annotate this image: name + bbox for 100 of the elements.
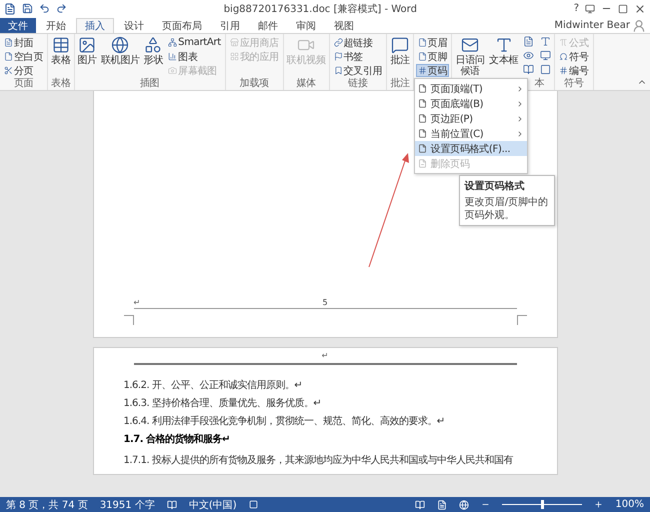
ribbon-button[interactable]: SmartArt — [166, 36, 223, 49]
zoom-thumb[interactable] — [541, 500, 544, 509]
ribbon-button[interactable]: 日语问候语 — [454, 36, 486, 77]
menu-item[interactable]: 当前位置(C) — [414, 126, 528, 141]
print-layout-icon[interactable] — [437, 500, 448, 510]
menu-item[interactable]: 页边距(P) — [414, 111, 528, 126]
ribbon-button[interactable]: 书签 — [332, 50, 384, 63]
ribbon-button[interactable]: 页脚 — [416, 50, 450, 63]
paragraph-mark: ↵ — [322, 351, 328, 360]
ribbon-button[interactable]: 文本框 — [488, 36, 520, 66]
page-icon — [4, 52, 13, 61]
menu-item[interactable]: 页面顶端(T) — [414, 81, 528, 96]
margin-corner-mark — [124, 315, 134, 325]
page-break-icon — [4, 66, 13, 75]
section-heading: 1.7. 合格的货物和服务↵ — [124, 432, 231, 447]
margin-corner-mark — [516, 315, 526, 325]
group-label: 符号 — [563, 78, 585, 90]
hash-icon — [418, 66, 427, 75]
body-paragraph: 1.6.2. 开、公平、公正和诚实信用原则。↵ — [124, 378, 304, 393]
ribbon-tab[interactable]: 开始 — [38, 18, 74, 33]
help-button[interactable]: ? — [574, 3, 579, 14]
body-paragraph: 1.6.4. 利用法律手段强化竞争机制，贯彻统一、规范、简化、高效的要求。↵ — [124, 414, 446, 429]
ribbon-button[interactable]: 分页 — [2, 64, 46, 77]
link-icon — [334, 38, 342, 47]
store-icon — [230, 38, 239, 47]
ribbon-tab[interactable]: 页面布局 — [154, 18, 210, 33]
ribbon-button[interactable]: 页码 — [416, 64, 450, 77]
ribbon-button[interactable]: 表格 — [50, 36, 72, 66]
ribbon-tab[interactable]: 引用 — [212, 18, 248, 33]
file-tab[interactable]: 文件 — [0, 18, 36, 33]
cover-page-icon — [4, 38, 13, 47]
language-status[interactable]: 中文(中国) — [188, 498, 237, 512]
body-paragraph: 1.7.1. 投标人提供的所有货物及服务，其来源地均应为中华人民共和国或与中华人民共和国有 — [124, 454, 514, 468]
group-label: 媒体 — [295, 78, 317, 90]
ribbon-button[interactable]: 交叉引用 — [332, 64, 384, 77]
ribbon-button[interactable]: 编号 — [557, 64, 591, 77]
zoom-level[interactable]: 100% — [615, 499, 644, 510]
menu-item[interactable]: 页面底端(B) — [414, 96, 528, 111]
ribbon-button[interactable]: 页眉 — [416, 36, 450, 49]
group-label: 链接 — [347, 78, 369, 90]
ribbon-tab[interactable]: 邮件 — [250, 18, 286, 33]
text-box-icon — [494, 36, 513, 54]
page-icon — [418, 84, 427, 93]
page-icon — [418, 144, 427, 153]
hash-icon — [559, 66, 568, 75]
ribbon-button[interactable]: 形状 — [142, 36, 164, 66]
group-label: 加载项 — [238, 78, 270, 90]
page-number: 5 — [322, 298, 328, 307]
ribbon-button[interactable]: 空白页 — [2, 50, 46, 63]
page-count[interactable]: 第 8 页，共 74 页 — [6, 498, 88, 512]
undo-icon[interactable] — [39, 3, 50, 14]
ribbon-display-icon[interactable] — [585, 4, 595, 14]
group-label: 批注 — [389, 78, 411, 90]
ribbon-button[interactable]: 图表 — [166, 50, 223, 63]
ribbon-tab[interactable]: 插入 — [76, 18, 114, 33]
tooltip-text: 更改页眉/页脚中的页码外观。 — [464, 196, 549, 222]
word-logo-icon — [4, 2, 16, 14]
read-mode-icon[interactable] — [415, 500, 426, 510]
proofing-icon[interactable] — [166, 500, 177, 510]
body-paragraph: 1.6.3. 坚持价格合理、质量优先、服务优质。↵ — [124, 396, 322, 411]
diagram-icon — [168, 38, 178, 47]
ribbon-button[interactable]: 封面 — [2, 36, 46, 49]
ribbon-button[interactable]: 联机图片 — [100, 36, 141, 66]
bookmark-icon — [334, 66, 342, 75]
mail-icon — [461, 36, 480, 54]
page-icon — [418, 159, 427, 168]
ribbon-button[interactable]: 批注 — [389, 36, 411, 66]
shapes-icon — [144, 36, 162, 54]
ribbon-button[interactable]: 超链接 — [332, 36, 384, 49]
maximize-icon[interactable] — [618, 4, 628, 14]
menu-item[interactable]: 设置页码格式(F)... — [414, 141, 528, 156]
ribbon-tab[interactable]: 视图 — [326, 18, 362, 33]
page-icon — [418, 129, 427, 138]
ribbon-button[interactable]: 图片 — [76, 36, 98, 66]
group-label: 插图 — [138, 78, 160, 90]
avatar-icon[interactable] — [632, 19, 646, 33]
close-icon[interactable] — [634, 2, 646, 14]
redo-icon[interactable] — [56, 3, 67, 14]
image-icon — [78, 36, 96, 54]
camera-icon — [168, 66, 178, 75]
paragraph-mark: ↵ — [134, 298, 142, 307]
save-icon[interactable] — [22, 3, 33, 14]
page-icon — [418, 99, 427, 108]
page-icon — [418, 114, 427, 123]
ribbon-tab[interactable]: 设计 — [116, 18, 152, 33]
table-icon — [52, 36, 70, 54]
omega-icon — [559, 52, 568, 61]
pi-icon — [559, 38, 568, 47]
ribbon-button[interactable]: 符号 — [557, 50, 591, 63]
web-layout-icon[interactable] — [459, 500, 470, 510]
ribbon-tab[interactable]: 审阅 — [288, 18, 324, 33]
page-icon — [418, 52, 427, 61]
group-label: 表格 — [50, 78, 72, 90]
grid-icon — [230, 52, 239, 61]
user-name[interactable]: Midwinter Bear — [554, 20, 630, 30]
group-label: 本 — [534, 78, 544, 90]
tooltip-title: 设置页码格式 — [464, 180, 526, 193]
bar-chart-icon — [168, 52, 178, 61]
zoom-in-icon[interactable] — [594, 500, 604, 509]
word-count[interactable]: 31951 个字 — [100, 498, 155, 512]
